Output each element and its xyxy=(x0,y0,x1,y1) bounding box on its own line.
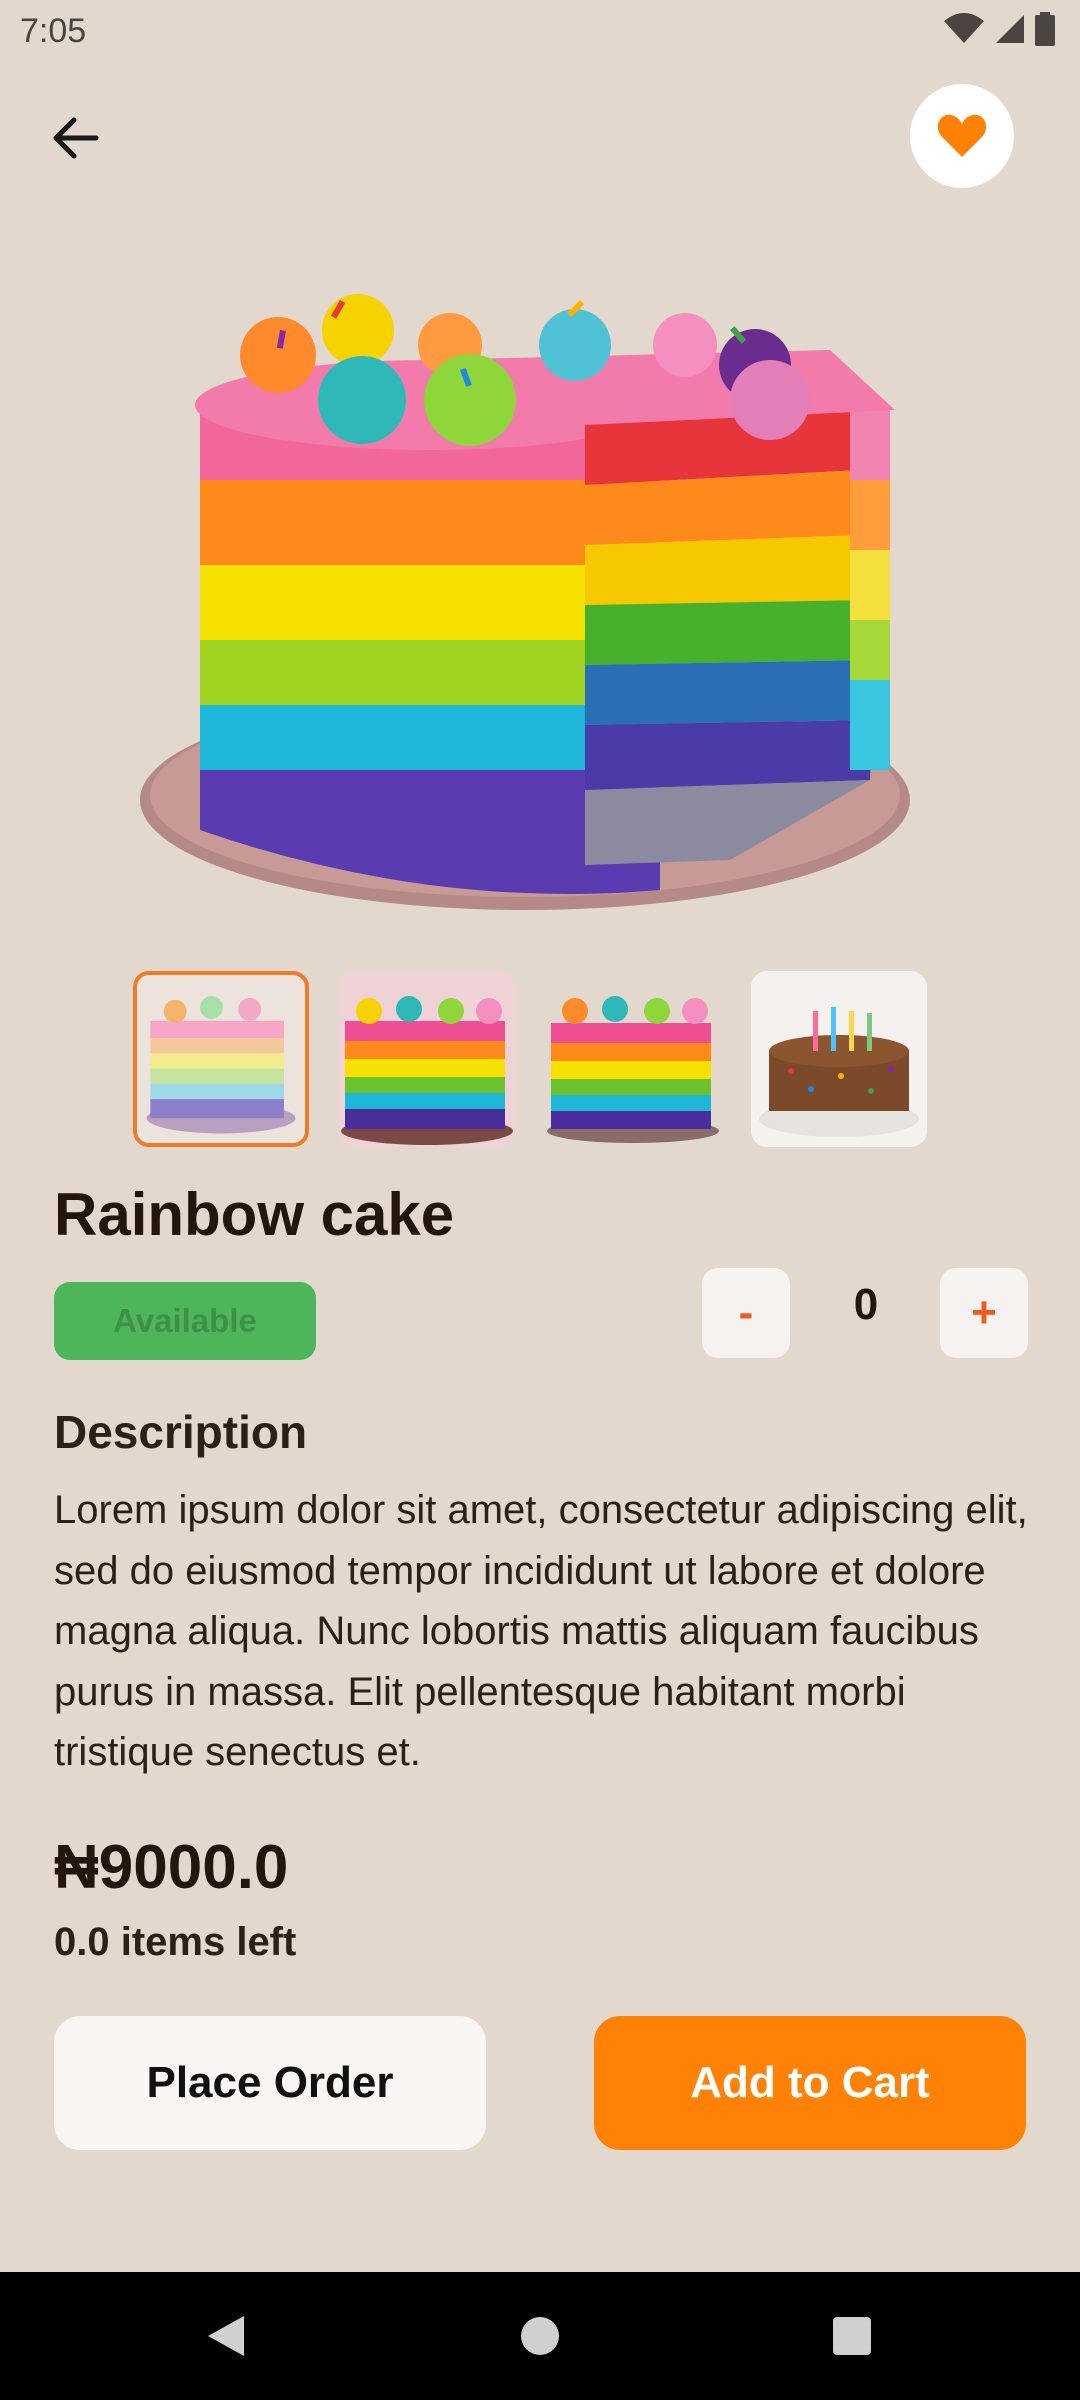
description-heading: Description xyxy=(54,1406,308,1458)
wifi-icon xyxy=(944,13,984,43)
thumbnail-3[interactable] xyxy=(545,971,721,1147)
cellular-signal-icon xyxy=(996,15,1024,43)
battery-icon xyxy=(1035,12,1055,46)
nav-back-button[interactable] xyxy=(196,2306,256,2366)
thumbnail-1[interactable] xyxy=(133,971,309,1147)
status-time: 7:05 xyxy=(20,12,87,50)
increase-quantity-button[interactable]: + xyxy=(940,1268,1028,1358)
description-text: Lorem ipsum dolor sit amet, consectetur … xyxy=(54,1488,1028,1774)
decrease-quantity-button[interactable]: - xyxy=(702,1268,790,1358)
arrow-left-icon xyxy=(53,117,99,159)
thumbnail-strip xyxy=(133,971,927,1147)
thumbnail-2[interactable] xyxy=(339,971,515,1147)
nav-home-icon xyxy=(521,2317,559,2355)
nav-recents-button[interactable] xyxy=(822,2306,882,2366)
heart-icon xyxy=(937,114,987,157)
product-price: ₦9000.0 xyxy=(54,1833,289,1902)
status-icons xyxy=(944,12,1056,46)
favorite-button[interactable] xyxy=(910,84,1014,188)
availability-badge: Available xyxy=(54,1282,316,1360)
back-button[interactable] xyxy=(40,102,112,174)
add-to-cart-button[interactable]: Add to Cart xyxy=(594,2016,1026,2150)
quantity-value: 0 xyxy=(853,1280,879,1329)
items-left-text: 0.0 items left xyxy=(54,1920,297,1964)
product-hero-image xyxy=(130,290,930,940)
place-order-button[interactable]: Place Order xyxy=(54,2016,486,2150)
nav-home-button[interactable] xyxy=(510,2306,570,2366)
nav-recents-icon xyxy=(833,2317,871,2355)
nav-back-icon xyxy=(208,2316,244,2356)
product-title: Rainbow cake xyxy=(54,1181,455,1248)
thumbnail-4[interactable] xyxy=(751,971,927,1147)
